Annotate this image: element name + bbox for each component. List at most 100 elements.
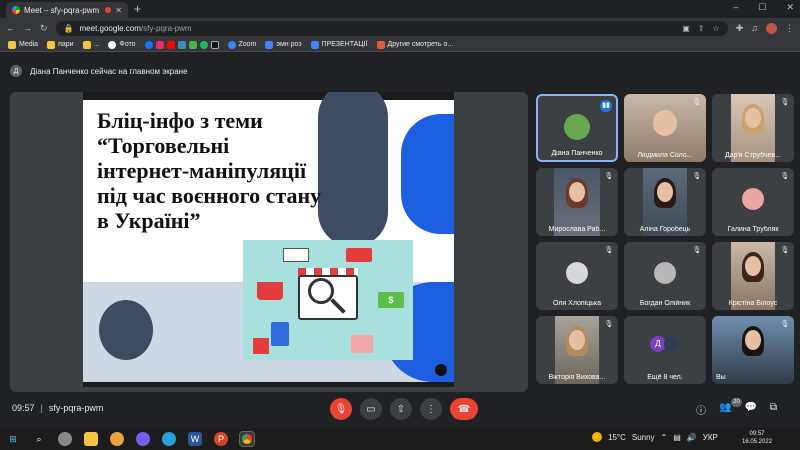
camera-in-use-icon[interactable]: ▣ xyxy=(682,24,690,33)
participant-tile[interactable]: 🎙 Крістіна Білоус xyxy=(712,242,794,310)
bookmark-icons-group[interactable] xyxy=(144,40,219,49)
self-tile[interactable]: 🎙 Вы xyxy=(712,316,794,384)
bookmark-prezentatsii[interactable]: ПРЕЗЕНТАЦІЇ xyxy=(310,40,368,49)
tray-chevron-icon[interactable]: ⌃ xyxy=(661,433,668,442)
participant-avatar xyxy=(742,188,764,210)
participant-tile[interactable]: 🎙 Галина Трубляк xyxy=(712,168,794,236)
mic-off-icon: 🎙 xyxy=(692,99,702,106)
camera-toggle-button[interactable]: ▭ xyxy=(360,398,382,420)
mic-off-icon: 🎙 xyxy=(692,173,702,180)
money-icon: $ xyxy=(378,292,404,308)
info-icon[interactable]: ⓘ xyxy=(696,402,706,417)
search-icon[interactable]: ⌕ xyxy=(32,432,46,446)
download-icon xyxy=(188,40,197,49)
participant-face xyxy=(569,330,585,350)
bookmark-foto[interactable]: Фото xyxy=(108,40,136,49)
tab-strip: Meet – sfy-pqra-pwm ✕ + – ☐ ✕ xyxy=(0,0,800,18)
more-avatar-photo xyxy=(664,336,680,352)
bookmark-zoom[interactable]: Zoom xyxy=(227,40,256,49)
participant-tile[interactable]: ▮▮ Діана Панченко xyxy=(536,94,618,162)
app-icon[interactable] xyxy=(110,432,124,446)
bookmark-star-icon[interactable]: ☆ xyxy=(713,24,720,33)
slide-title-line: Бліц-інфо з теми xyxy=(97,108,263,133)
participant-name: Діана Панченко xyxy=(551,150,603,157)
document-icon xyxy=(310,40,319,49)
close-window-button[interactable]: ✕ xyxy=(786,2,794,13)
word-icon[interactable]: W xyxy=(188,432,202,446)
file-explorer-icon[interactable] xyxy=(84,432,98,446)
network-icon[interactable]: ▤ xyxy=(673,433,681,442)
gift-icon xyxy=(253,338,269,354)
self-name: Вы xyxy=(716,374,726,381)
participant-tile[interactable]: 🎙 Оля Хлопіцька xyxy=(536,242,618,310)
participant-name: Людмила Соло... xyxy=(637,152,693,159)
participant-tile[interactable]: 🎙 Богдан Олійник xyxy=(624,242,706,310)
present-screen-button[interactable]: ⇧ xyxy=(390,398,412,420)
system-clock[interactable]: 09:57 16.05.2022 xyxy=(742,430,772,446)
meet-favicon-icon xyxy=(12,6,20,14)
shopping-bag-icon xyxy=(271,322,289,346)
participant-name: Крістіна Білоус xyxy=(728,300,778,307)
app-icon xyxy=(210,40,219,49)
participant-tile[interactable]: 🎙 Дар'я Струбчев... xyxy=(712,94,794,162)
windows-start-icon[interactable]: ⊞ xyxy=(6,432,20,446)
more-participants-tile[interactable]: Д Ещё 8 чел. xyxy=(624,316,706,384)
viber-icon[interactable] xyxy=(136,432,150,446)
participant-tile[interactable]: 🎙 Вікторія Вихова... xyxy=(536,316,618,384)
media-control-icon[interactable]: ♫ xyxy=(751,23,758,33)
reload-icon[interactable]: ↻ xyxy=(40,23,48,34)
panda-logo-icon xyxy=(435,364,447,376)
participant-face xyxy=(653,110,677,136)
bookmark-pary[interactable]: пари xyxy=(47,40,74,49)
bookmark-emn-roz[interactable]: эмн роз xyxy=(265,40,302,49)
participant-face xyxy=(745,108,761,128)
people-icon[interactable]: 👥 xyxy=(719,402,731,417)
address-bar[interactable]: 🔒 meet.google.com/sfy-pqra-pwm ▣ ⇪ ☆ xyxy=(55,20,728,36)
minimize-button[interactable]: – xyxy=(733,2,738,13)
share-icon[interactable]: ⇪ xyxy=(698,24,705,33)
clock-date: 16.05.2022 xyxy=(742,439,773,445)
participant-name: Оля Хлопіцька xyxy=(552,300,602,307)
tab-close-icon[interactable]: ✕ xyxy=(115,6,122,15)
spotify-icon xyxy=(199,40,208,49)
weather-text: Sunny xyxy=(631,432,655,442)
browser-toolbar: ← → ↻ 🔒 meet.google.com/sfy-pqra-pwm ▣ ⇪… xyxy=(0,18,800,38)
slide-title-line: “Торговельні xyxy=(97,133,230,158)
chrome-icon[interactable] xyxy=(239,431,255,447)
participant-tile[interactable]: 🎙 Аліна Горобець xyxy=(624,168,706,236)
lock-icon: 🔒 xyxy=(63,23,74,33)
camera-icon xyxy=(108,40,117,49)
language-indicator[interactable]: УКР xyxy=(703,433,718,442)
more-options-button[interactable]: ⋮ xyxy=(420,398,442,420)
maximize-button[interactable]: ☐ xyxy=(758,2,766,13)
participant-name: Мирослава Раб... xyxy=(548,226,606,233)
credit-card-icon xyxy=(346,248,372,262)
participant-tile[interactable]: 🎙 Людмила Соло... xyxy=(624,94,706,162)
bookmark-other[interactable]: Другие смотреть о... xyxy=(376,40,453,49)
profile-avatar[interactable] xyxy=(766,22,777,34)
powerpoint-icon[interactable]: P xyxy=(214,432,228,446)
participant-tile[interactable]: 🎙 Мирослава Раб... xyxy=(536,168,618,236)
mic-toggle-button[interactable]: 🎙 xyxy=(330,398,352,420)
end-call-button[interactable]: ☎ xyxy=(450,398,478,420)
bookmark-dots[interactable]: ... xyxy=(82,40,99,49)
menu-kebab-icon[interactable]: ⋮ xyxy=(785,23,794,34)
system-tray: 15°C Sunny ⌃ ▤ 🔊 УКР xyxy=(592,432,718,442)
volume-icon[interactable]: 🔊 xyxy=(687,433,697,442)
new-tab-button[interactable]: + xyxy=(134,2,141,16)
participant-name: Дар'я Струбчев... xyxy=(724,152,782,159)
activities-icon[interactable]: ⧉ xyxy=(770,402,777,417)
mic-off-icon: 🎙 xyxy=(604,321,614,328)
forward-arrow-icon[interactable]: → xyxy=(23,23,32,33)
chat-icon[interactable]: 💬 xyxy=(744,402,756,417)
back-arrow-icon[interactable]: ← xyxy=(6,23,15,33)
speaking-indicator-icon: ▮▮ xyxy=(600,100,612,112)
bookmark-media[interactable]: Media xyxy=(8,40,38,49)
extensions-icon[interactable]: ✚ xyxy=(736,23,744,34)
app-icon[interactable] xyxy=(58,432,72,446)
folder-icon xyxy=(82,40,91,49)
browser-tab[interactable]: Meet – sfy-pqra-pwm ✕ xyxy=(6,2,128,18)
folder-icon xyxy=(47,40,56,49)
youtube-icon xyxy=(166,40,175,49)
telegram-icon[interactable] xyxy=(162,432,176,446)
